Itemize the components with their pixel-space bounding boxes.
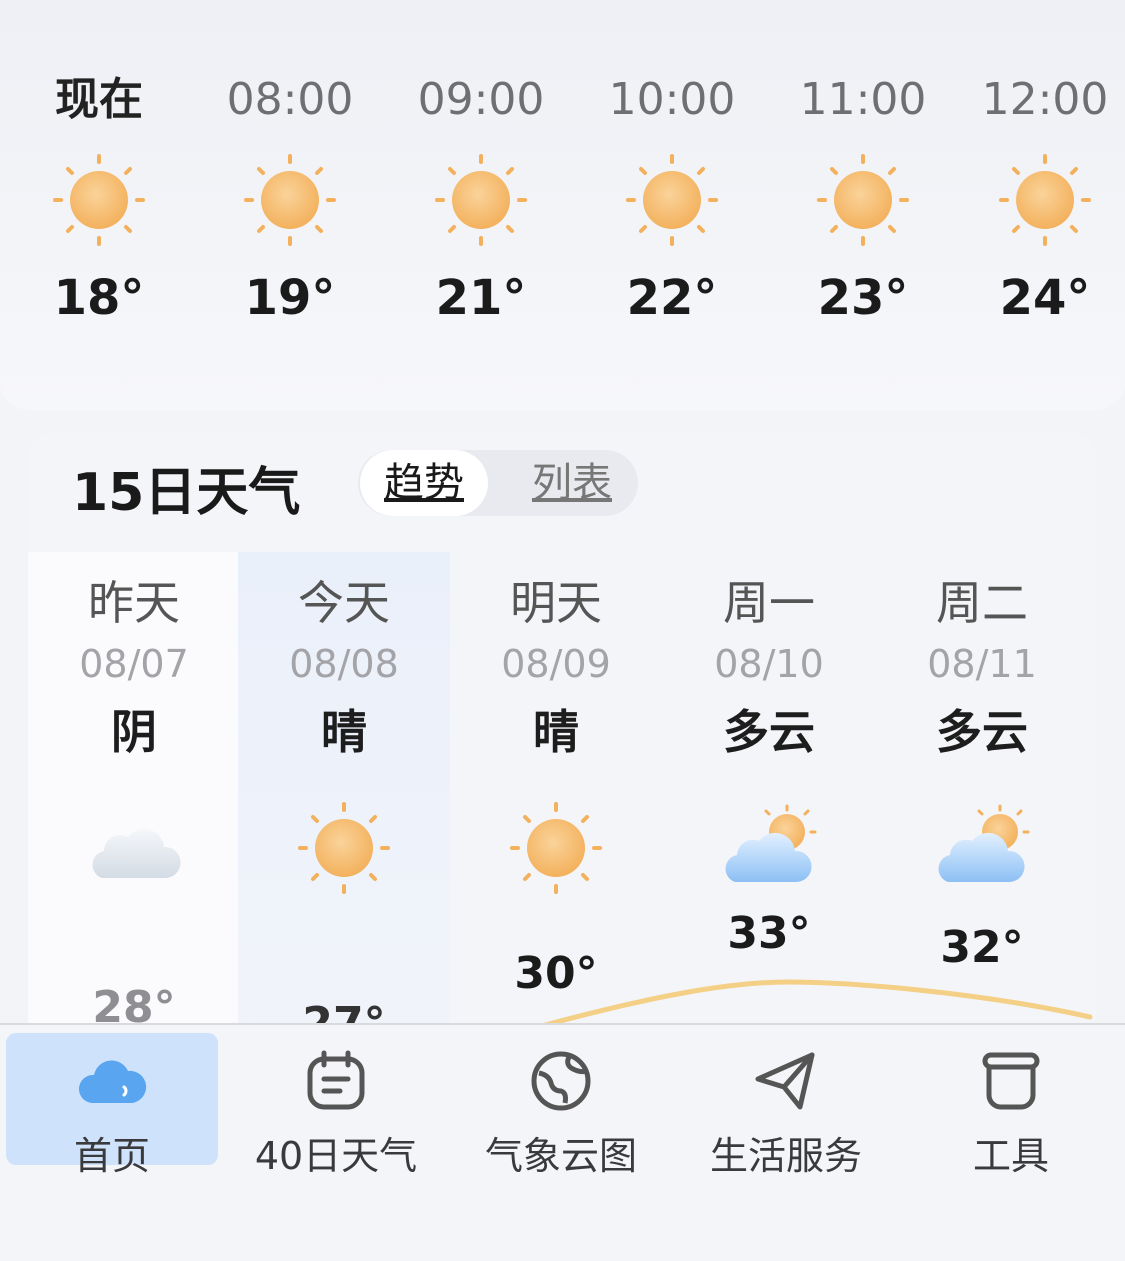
sun-icon bbox=[626, 154, 718, 246]
hour-time: 11:00 bbox=[799, 74, 927, 125]
day-date: 08/10 bbox=[714, 642, 824, 686]
hour-time: 10:00 bbox=[608, 74, 736, 125]
day-high-temp: 32° bbox=[940, 922, 1024, 973]
sun-icon bbox=[817, 154, 909, 246]
tab-label: 首页 bbox=[73, 1134, 150, 1178]
day-item-tuesday[interactable]: 周二 08/11 多云 32° bbox=[876, 552, 1088, 1052]
day-item-today[interactable]: 今天 08/08 晴 27° bbox=[238, 552, 450, 1052]
day-name: 昨天 bbox=[88, 576, 180, 630]
day-date: 08/08 bbox=[289, 642, 399, 686]
tab-list[interactable]: 列表 bbox=[508, 450, 636, 516]
calendar-icon bbox=[307, 1050, 365, 1110]
weather-screen: 现在 18° 08:00 19° 09:00 21° 10:00 22° 11:… bbox=[0, 0, 1125, 1261]
day-condition: 多云 bbox=[723, 705, 815, 759]
day-name: 周一 bbox=[723, 576, 815, 630]
tab-label: 气象云图 bbox=[484, 1134, 637, 1178]
hour-temp: 24° bbox=[999, 270, 1091, 326]
day-name: 今天 bbox=[298, 576, 390, 630]
hourly-item-0: 现在 18° bbox=[24, 70, 174, 326]
tab-40-day[interactable]: 40日天气 bbox=[230, 1033, 442, 1178]
tab-home[interactable]: 首页 bbox=[6, 1033, 218, 1178]
tab-tools[interactable]: 工具 bbox=[905, 1033, 1117, 1178]
hour-time: 09:00 bbox=[417, 74, 545, 125]
sun-icon bbox=[510, 802, 602, 894]
sun-icon bbox=[999, 154, 1091, 246]
cloud-home-icon bbox=[78, 1060, 147, 1103]
paper-plane-icon bbox=[755, 1052, 815, 1110]
hour-time: 08:00 bbox=[226, 74, 354, 125]
day-high-temp: 30° bbox=[514, 948, 598, 999]
partly-cloudy-icon bbox=[937, 804, 1030, 884]
daily-forecast-title: 15日天气 bbox=[72, 463, 301, 523]
hour-temp: 22° bbox=[626, 270, 718, 326]
day-date: 08/11 bbox=[927, 642, 1037, 686]
hourly-forecast[interactable]: 现在 18° 08:00 19° 09:00 21° 10:00 22° 11:… bbox=[0, 0, 1125, 410]
cloud-icon bbox=[92, 828, 181, 878]
tab-label: 工具 bbox=[972, 1134, 1049, 1178]
sun-icon bbox=[244, 154, 336, 246]
day-date: 08/09 bbox=[501, 642, 611, 686]
day-name: 周二 bbox=[936, 576, 1028, 630]
tab-trend[interactable]: 趋势 bbox=[360, 450, 488, 516]
sun-icon bbox=[53, 154, 145, 246]
hour-time: 现在 bbox=[55, 74, 143, 125]
toolbox-icon bbox=[982, 1052, 1040, 1110]
hourly-item-5: 12:00 24° bbox=[970, 70, 1120, 326]
day-condition: 晴 bbox=[321, 705, 367, 759]
hourly-item-4: 11:00 23° bbox=[788, 70, 938, 326]
day-item-tomorrow[interactable]: 明天 08/09 晴 30° bbox=[450, 552, 662, 1052]
tab-cloud-map[interactable]: 气象云图 bbox=[455, 1033, 667, 1178]
tab-label: 40日天气 bbox=[254, 1134, 418, 1178]
hourly-item-3: 10:00 22° bbox=[597, 70, 747, 326]
hour-temp: 23° bbox=[817, 270, 909, 326]
day-item-monday[interactable]: 周一 08/10 多云 33° bbox=[663, 552, 875, 1052]
hour-temp: 21° bbox=[435, 270, 527, 326]
globe-icon bbox=[531, 1051, 591, 1111]
bottom-tab-bar: 首页 40日天气 气象云图 生活服务 工具 bbox=[0, 1023, 1125, 1261]
day-high-temp: 33° bbox=[727, 908, 811, 959]
day-condition: 晴 bbox=[533, 705, 579, 759]
hour-time: 12:00 bbox=[981, 74, 1109, 125]
day-condition: 阴 bbox=[111, 705, 157, 759]
day-date: 08/07 bbox=[79, 642, 189, 686]
tab-life-service[interactable]: 生活服务 bbox=[680, 1033, 892, 1178]
hour-temp: 18° bbox=[53, 270, 145, 326]
partly-cloudy-icon bbox=[724, 804, 817, 884]
hourly-item-1: 08:00 19° bbox=[215, 70, 365, 326]
day-name: 明天 bbox=[510, 576, 602, 630]
day-condition: 多云 bbox=[936, 705, 1028, 759]
view-toggle: 趋势 列表 bbox=[358, 450, 638, 516]
daily-forecast-card: 15日天气 趋势 列表 昨天 08/07 阴 28° 今天 08/08 晴 27… bbox=[28, 432, 1096, 1052]
sun-icon bbox=[298, 802, 390, 894]
sun-icon bbox=[435, 154, 527, 246]
hour-temp: 19° bbox=[244, 270, 336, 326]
hourly-item-2: 09:00 21° bbox=[406, 70, 556, 326]
day-item-yesterday[interactable]: 昨天 08/07 阴 28° bbox=[28, 552, 240, 1052]
tab-label: 生活服务 bbox=[709, 1134, 862, 1178]
